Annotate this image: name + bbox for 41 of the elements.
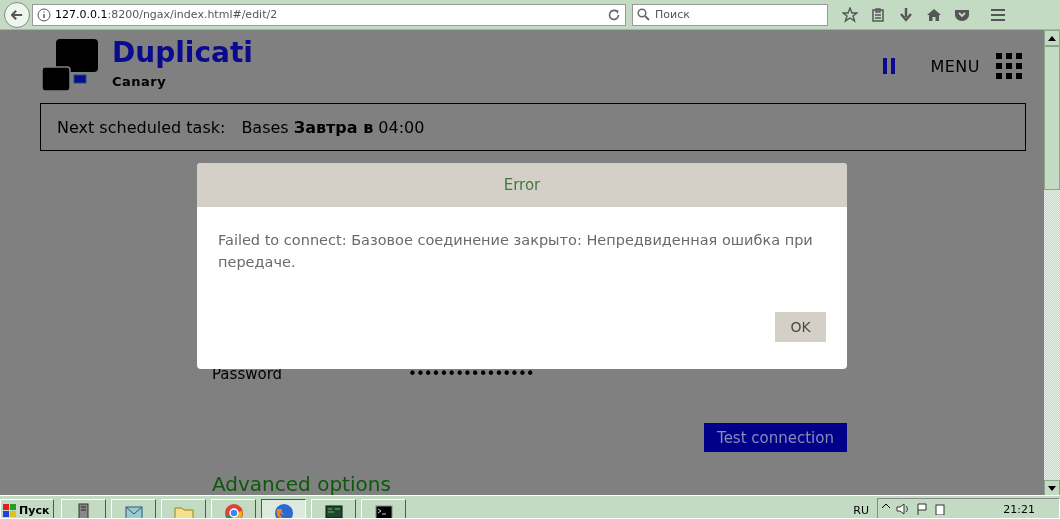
info-icon[interactable] <box>37 7 51 22</box>
home-icon[interactable] <box>926 6 942 23</box>
menu-icon[interactable] <box>990 6 1006 23</box>
dialog-title: Error <box>197 163 847 207</box>
chrome-icon <box>223 503 244 518</box>
scroll-thumb[interactable] <box>1044 46 1060 190</box>
ok-button[interactable]: OK <box>775 312 826 342</box>
app-title[interactable]: Duplicati <box>112 35 253 70</box>
star-icon[interactable] <box>842 6 858 23</box>
back-button[interactable] <box>4 1 30 28</box>
back-arrow-icon <box>11 8 23 21</box>
taskbar-app-button[interactable] <box>261 499 306 518</box>
password-field[interactable]: •••••••••••••••• <box>408 365 534 384</box>
search-field[interactable]: Поиск <box>632 3 828 26</box>
grid-menu-icon[interactable] <box>996 53 1022 80</box>
reload-icon[interactable] <box>607 7 621 22</box>
app-subtitle: Canary <box>112 73 168 89</box>
chevron-up-icon[interactable] <box>882 503 890 509</box>
test-connection-button[interactable]: Test connection <box>704 423 847 452</box>
flag-icon[interactable] <box>916 503 928 515</box>
clock-time[interactable]: 21:21 <box>1003 503 1035 516</box>
menu-button[interactable]: MENU <box>930 56 980 76</box>
network-icon <box>323 503 344 518</box>
mail-icon <box>123 503 144 518</box>
address-bar[interactable]: 127.0.0.1:8200/ngax/index.html#/edit/2 <box>32 3 626 26</box>
download-icon[interactable] <box>898 6 914 23</box>
scrollbar[interactable] <box>1044 30 1060 496</box>
schedule-label: Next scheduled task: <box>57 117 226 137</box>
scroll-down-icon[interactable] <box>1048 485 1056 491</box>
start-button[interactable]: Пуск <box>0 499 54 518</box>
app-logo-icon <box>40 39 100 94</box>
firefox-icon <box>273 503 294 518</box>
console-icon <box>373 503 394 518</box>
language-indicator[interactable]: RU <box>853 504 869 517</box>
speaker-icon[interactable] <box>896 503 910 515</box>
scroll-up-icon[interactable] <box>1048 35 1056 41</box>
clipboard-icon[interactable] <box>870 6 886 23</box>
windows-logo-icon <box>3 504 17 518</box>
schedule-value: Bases Завтра в 04:00 <box>241 117 425 137</box>
error-message: Failed to connect: Базовое соединение закрыто: Непредвиденная ошибка при передаче. <box>217 231 814 272</box>
pause-icon[interactable] <box>882 58 897 75</box>
